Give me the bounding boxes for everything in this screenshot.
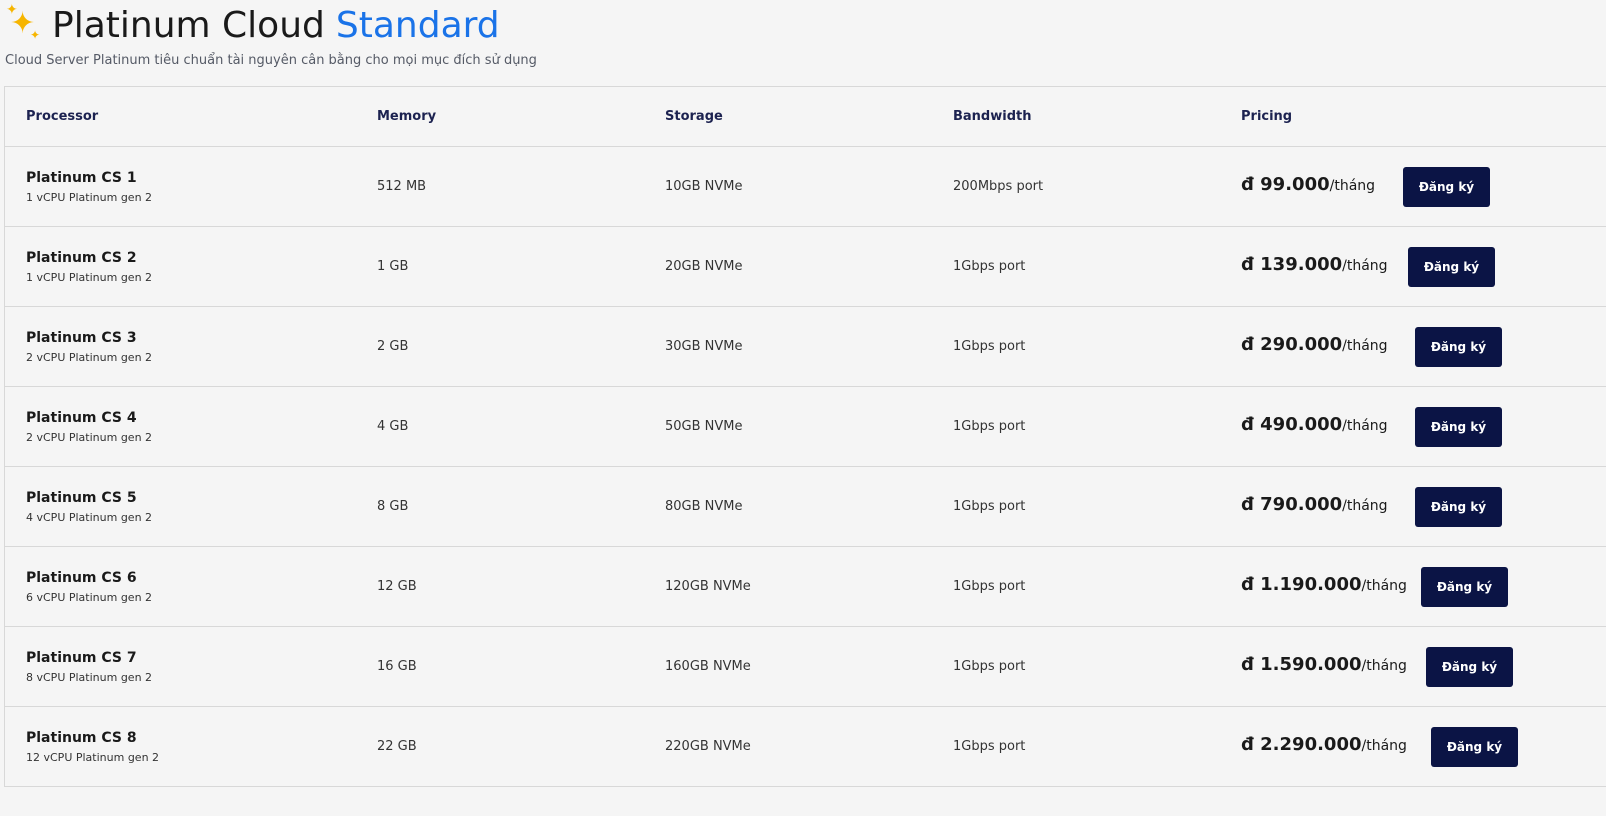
table-row: Platinum CS 4 2 vCPU Platinum gen 2 4 GB 50… [5,387,1606,467]
plan-bandwidth: 200Mbps port [953,179,1044,194]
plan-price: đ 1.590.000/tháng [1241,654,1407,675]
plan-name: Platinum CS 4 [26,409,137,426]
price-amount: đ 790.000 [1241,494,1343,515]
plan-storage: 10GB NVMe [665,179,743,194]
plan-bandwidth: 1Gbps port [953,499,1026,514]
plan-memory: 16 GB [377,659,417,674]
column-header-processor: Processor [26,109,99,124]
plan-price: đ 2.290.000/tháng [1241,734,1407,755]
title-row: ✦ ✦ ✦ Platinum Cloud Standard [6,2,500,48]
price-amount: đ 1.190.000 [1241,574,1362,595]
plan-memory: 22 GB [377,739,417,754]
price-unit: /tháng [1361,738,1407,754]
price-unit: /tháng [1342,258,1388,274]
register-button[interactable]: Đăng ký [1415,407,1502,447]
register-button[interactable]: Đăng ký [1431,727,1518,767]
page-title-accent: Standard [335,4,500,46]
plan-cpu: 6 vCPU Platinum gen 2 [26,590,153,604]
plan-name: Platinum CS 1 [26,169,137,186]
column-header-pricing: Pricing [1241,109,1293,124]
price-unit: /tháng [1361,578,1407,594]
plan-name: Platinum CS 3 [26,329,137,346]
table-row: Platinum CS 8 12 vCPU Platinum gen 2 22 GB… [5,707,1606,787]
plan-name: Platinum CS 2 [26,249,137,266]
plan-name: Platinum CS 6 [26,569,137,586]
table-row: Platinum CS 7 8 vCPU Platinum gen 2 16 GB 1… [5,627,1606,707]
page-header: ✦ ✦ ✦ Platinum Cloud Standard Cloud Server… [0,0,1606,86]
price-amount: đ 2.290.000 [1241,734,1362,755]
page-subtitle: Cloud Server Platinum tiêu chuẩn tài ngu… [5,53,537,68]
table-row: Platinum CS 1 1 vCPU Platinum gen 2 512 MB… [5,147,1606,227]
price-amount: đ 290.000 [1241,334,1343,355]
plan-storage: 160GB NVMe [665,659,751,674]
sparkles-icon: ✦ ✦ ✦ [6,2,41,42]
price-amount: đ 99.000 [1241,174,1330,195]
plan-storage: 80GB NVMe [665,499,743,514]
plan-memory: 512 MB [377,179,427,194]
column-header-bandwidth: Bandwidth [953,109,1032,124]
plan-memory: 12 GB [377,579,417,594]
register-button[interactable]: Đăng ký [1408,247,1495,287]
plan-name: Platinum CS 8 [26,729,137,746]
plan-storage: 50GB NVMe [665,419,743,434]
plan-bandwidth: 1Gbps port [953,259,1026,274]
plan-cpu: 1 vCPU Platinum gen 2 [26,270,153,284]
plan-storage: 220GB NVMe [665,739,751,754]
plan-memory: 8 GB [377,499,409,514]
register-button[interactable]: Đăng ký [1421,567,1508,607]
price-amount: đ 1.590.000 [1241,654,1362,675]
price-amount: đ 490.000 [1241,414,1343,435]
plan-storage: 20GB NVMe [665,259,743,274]
pricing-table: Processor Memory Storage Bandwidth Prici… [4,86,1606,787]
plan-memory: 1 GB [377,259,409,274]
plan-memory: 2 GB [377,339,409,354]
price-amount: đ 139.000 [1241,254,1343,275]
plan-price: đ 790.000/tháng [1241,494,1388,515]
table-row: Platinum CS 6 6 vCPU Platinum gen 2 12 GB 1… [5,547,1606,627]
plan-bandwidth: 1Gbps port [953,419,1026,434]
price-unit: /tháng [1329,178,1376,194]
plan-price: đ 1.190.000/tháng [1241,574,1407,595]
plan-cpu: 4 vCPU Platinum gen 2 [26,510,153,524]
register-button[interactable]: Đăng ký [1415,327,1502,367]
plan-price: đ 139.000/tháng [1241,254,1388,275]
price-unit: /tháng [1342,498,1388,514]
table-header-row: Processor Memory Storage Bandwidth Prici… [5,87,1606,147]
table-row: Platinum CS 5 4 vCPU Platinum gen 2 8 GB 80… [5,467,1606,547]
price-unit: /tháng [1342,338,1388,354]
plan-storage: 120GB NVMe [665,579,751,594]
column-header-memory: Memory [377,109,437,124]
plan-bandwidth: 1Gbps port [953,579,1026,594]
plan-bandwidth: 1Gbps port [953,739,1026,754]
plan-cpu: 2 vCPU Platinum gen 2 [26,350,153,364]
plan-price: đ 290.000/tháng [1241,334,1388,355]
register-button[interactable]: Đăng ký [1403,167,1490,207]
plan-cpu: 1 vCPU Platinum gen 2 [26,190,153,204]
price-unit: /tháng [1342,418,1388,434]
plan-name: Platinum CS 7 [26,649,137,666]
plan-memory: 4 GB [377,419,409,434]
plan-cpu: 12 vCPU Platinum gen 2 [26,750,160,764]
table-row: Platinum CS 3 2 vCPU Platinum gen 2 2 GB 30… [5,307,1606,387]
page-title: Platinum Cloud [52,4,325,46]
table-row: Platinum CS 2 1 vCPU Platinum gen 2 1 GB 20… [5,227,1606,307]
plan-bandwidth: 1Gbps port [953,659,1026,674]
plan-cpu: 2 vCPU Platinum gen 2 [26,430,153,444]
plan-price: đ 99.000/tháng [1241,174,1375,195]
plan-bandwidth: 1Gbps port [953,339,1026,354]
plan-price: đ 490.000/tháng [1241,414,1388,435]
register-button[interactable]: Đăng ký [1426,647,1513,687]
plan-storage: 30GB NVMe [665,339,743,354]
register-button[interactable]: Đăng ký [1415,487,1502,527]
plan-cpu: 8 vCPU Platinum gen 2 [26,670,153,684]
plan-name: Platinum CS 5 [26,489,137,506]
column-header-storage: Storage [665,109,723,124]
price-unit: /tháng [1361,658,1407,674]
